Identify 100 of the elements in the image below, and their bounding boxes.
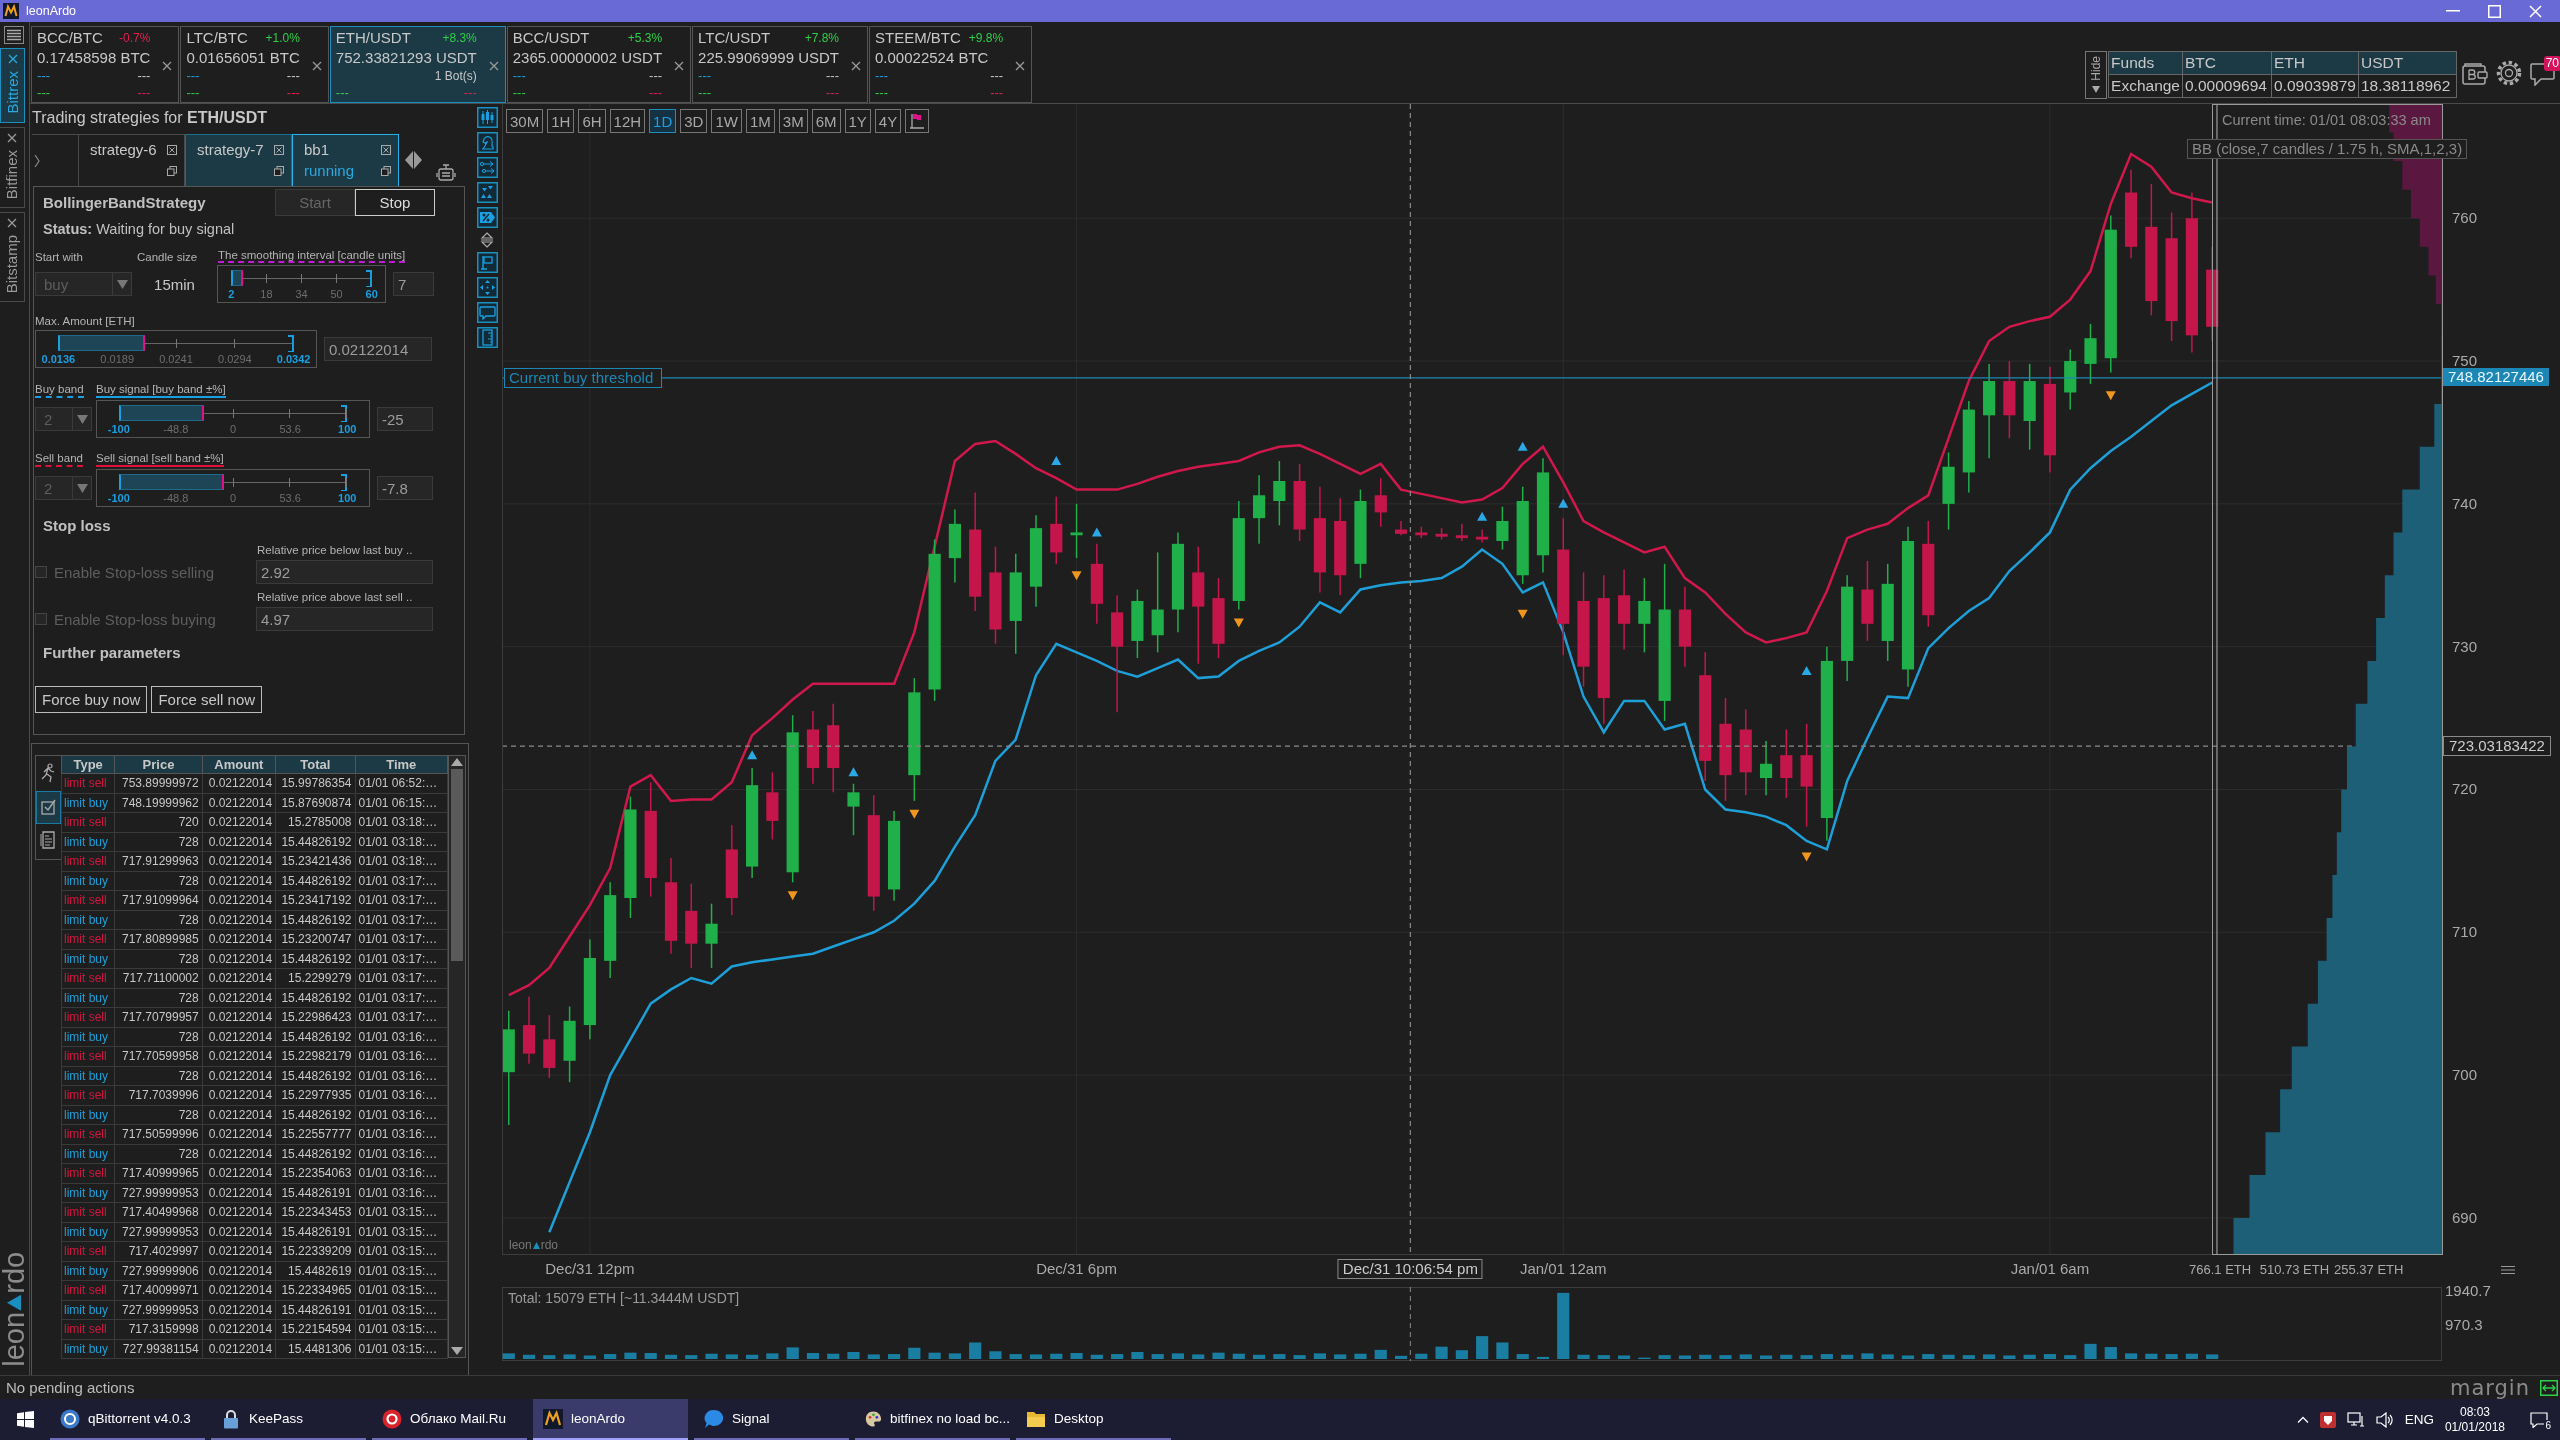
tick-label: 18 bbox=[260, 288, 273, 300]
ticker-stat: --- bbox=[649, 70, 663, 82]
table-cell: 0.02122014 bbox=[202, 910, 276, 930]
table-cell: 15.87690874 bbox=[275, 793, 355, 813]
tick-label: 0 bbox=[229, 492, 237, 504]
ticker-stat: --- bbox=[698, 70, 713, 82]
tick-label: 34 bbox=[295, 288, 308, 300]
logo-text: leon bbox=[509, 1237, 532, 1254]
table-cell: 717.70599958 bbox=[114, 1046, 203, 1066]
table-cell: 0.02122014 bbox=[202, 1319, 276, 1339]
ticker-price: 0.17458598 BTC bbox=[37, 48, 151, 66]
table-cell: 15.23421436 bbox=[275, 851, 355, 871]
section-title: Further parameters bbox=[42, 642, 182, 663]
ticker-stat: --- bbox=[875, 70, 889, 82]
ticker-pair: BCC/USDT bbox=[512, 29, 591, 46]
table-cell: 15.44826192 bbox=[275, 832, 355, 852]
column-header: Total bbox=[275, 755, 355, 774]
table-cell: 01/01 03:17:… bbox=[355, 910, 448, 930]
tick-label: 60 bbox=[365, 288, 378, 300]
panel-title: Trading strategies for ETH/USDT bbox=[32, 108, 269, 128]
table-cell: 727.99999953 bbox=[114, 1222, 203, 1242]
notification-badge: 70 bbox=[2543, 55, 2560, 71]
table-cell: limit buy bbox=[61, 1066, 115, 1086]
table-cell: limit buy bbox=[61, 1144, 115, 1164]
table-cell: 01/01 03:15:… bbox=[355, 1261, 448, 1281]
ticker-change: +7.8% bbox=[804, 30, 839, 45]
table-cell: 01/01 03:15:… bbox=[355, 1319, 448, 1339]
table-cell: 0.02122014 bbox=[202, 812, 276, 832]
table-cell: limit buy bbox=[61, 1261, 115, 1281]
tick-label: 100 bbox=[338, 423, 357, 435]
table-cell: limit sell bbox=[61, 1046, 115, 1066]
table-cell: 15.44826192 bbox=[275, 910, 355, 930]
table-cell: 0.02122014 bbox=[202, 1241, 276, 1261]
table-cell: 728 bbox=[114, 949, 203, 969]
field-label: Relative price below last buy .. bbox=[256, 543, 414, 556]
table-cell: limit sell bbox=[61, 1007, 115, 1027]
table-cell: 15.4482619 bbox=[275, 1261, 355, 1281]
table-cell: 01/01 03:15:… bbox=[355, 1280, 448, 1300]
table-cell: 0.02122014 bbox=[202, 1027, 276, 1047]
table-cell: 717.7039996 bbox=[114, 1085, 203, 1105]
table-cell: limit buy bbox=[61, 1339, 115, 1359]
table-cell: 0.02122014 bbox=[202, 773, 276, 793]
ticker-stat: --- bbox=[186, 86, 201, 99]
time-line-label: Current time: 01/01 08:03:33 am bbox=[2221, 111, 2431, 129]
tick-label: -48.8 bbox=[163, 423, 189, 435]
table-cell: 728 bbox=[114, 1066, 203, 1086]
field-label: The smoothing interval [candle units] bbox=[218, 249, 406, 263]
axis-label: Dec/31 6pm bbox=[1036, 1260, 1117, 1278]
table-cell: 728 bbox=[114, 1027, 203, 1047]
table-cell: 01/01 03:16:… bbox=[355, 1144, 448, 1164]
axis-label: 740 bbox=[2452, 494, 2478, 513]
table-cell: limit buy bbox=[61, 910, 115, 930]
table-cell: limit buy bbox=[61, 1300, 115, 1320]
table-cell: limit buy bbox=[61, 1222, 115, 1242]
axis-label: 690 bbox=[2452, 1208, 2478, 1227]
table-cell: 01/01 03:17:… bbox=[355, 890, 448, 910]
price-tag: 748.82127446 bbox=[2443, 367, 2549, 386]
ticker-pair: STEEM/BTC bbox=[875, 29, 961, 46]
table-cell: 01/01 03:16:… bbox=[355, 1046, 448, 1066]
table-cell: 15.22334965 bbox=[275, 1280, 355, 1300]
axis-label: 766.1 ETH bbox=[2189, 1261, 2252, 1279]
ticker-stat: --- bbox=[698, 86, 713, 99]
table-cell: 717.4029997 bbox=[114, 1241, 203, 1261]
table-cell: 01/01 03:15:… bbox=[355, 1202, 448, 1222]
tick-label: 0 bbox=[229, 423, 237, 435]
table-cell: 15.23417192 bbox=[275, 890, 355, 910]
table-cell: 01/01 03:15:… bbox=[355, 1339, 448, 1359]
ticker-stat: --- bbox=[826, 86, 839, 99]
field-label: Candle size bbox=[137, 251, 198, 263]
table-cell: 15.44826192 bbox=[275, 988, 355, 1008]
table-cell: 15.22557777 bbox=[275, 1124, 355, 1144]
ticker-stat: --- bbox=[990, 70, 1004, 82]
candle-size-value: 15min bbox=[153, 275, 196, 293]
table-cell: 0.02122014 bbox=[202, 832, 276, 852]
axis-label: 760 bbox=[2452, 209, 2478, 228]
ticker-change: +1.0% bbox=[265, 30, 300, 45]
axis-label: Dec/31 12pm bbox=[545, 1260, 635, 1278]
column-header: Time bbox=[355, 755, 448, 774]
table-cell: 15.23200747 bbox=[275, 929, 355, 949]
tick-label: 0.0241 bbox=[159, 353, 193, 365]
table-cell: 01/01 03:16:… bbox=[355, 1105, 448, 1125]
chart-title: Total: 15079 ETH [~11.3444M USDT] bbox=[508, 1289, 740, 1307]
table-cell: 15.44826191 bbox=[275, 1300, 355, 1320]
table-cell: 727.99999953 bbox=[114, 1183, 203, 1203]
ticker-change: -0.7% bbox=[119, 30, 151, 45]
tick-label: 53.6 bbox=[279, 423, 301, 435]
table-cell: 0.02122014 bbox=[202, 968, 276, 988]
field-label: Buy signal [buy band ±%] bbox=[96, 383, 226, 398]
table-cell: 0.00009694 bbox=[2182, 74, 2272, 98]
ticker-stat: --- bbox=[137, 70, 151, 82]
ticker-price: 0.00022524 BTC bbox=[875, 48, 990, 66]
status-text: Status: Waiting for buy signal bbox=[42, 220, 236, 239]
table-cell: 01/01 06:15:… bbox=[355, 793, 448, 813]
ticker-change: +8.3% bbox=[442, 30, 477, 45]
price-tag: 723.03183422 bbox=[2443, 736, 2551, 757]
table-cell: 0.02122014 bbox=[202, 929, 276, 949]
table-cell: 717.40499968 bbox=[114, 1202, 203, 1222]
table-cell: 15.2299279 bbox=[275, 968, 355, 988]
table-cell: 728 bbox=[114, 871, 203, 891]
time-tag: Dec/31 10:06:54 pm bbox=[1337, 1259, 1483, 1279]
